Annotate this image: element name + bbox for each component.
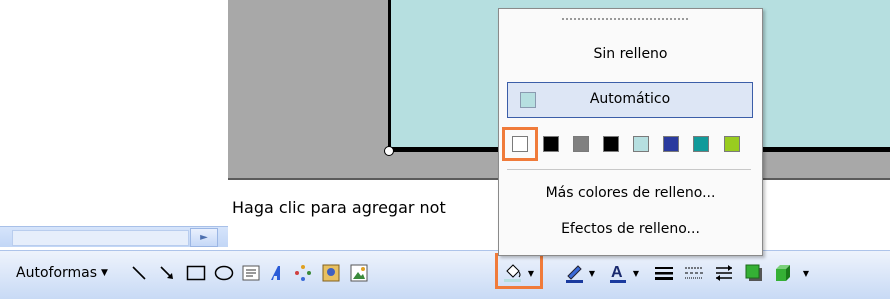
chevron-down-icon: ▼ [588, 268, 596, 278]
automatic-label: Automático [589, 91, 671, 107]
line-style-button[interactable] [652, 261, 676, 285]
menu-grip-handle[interactable] [561, 17, 689, 21]
more-fill-colors-item[interactable]: Más colores de relleno... [499, 185, 762, 201]
rectangle-tool-button[interactable] [184, 261, 208, 285]
toolbar-overflow-button[interactable]: ▼ [800, 261, 812, 285]
dropdown-arrow-icon: ▼ [101, 268, 108, 278]
fill-effects-item[interactable]: Efectos de relleno... [499, 221, 762, 237]
notes-placeholder[interactable]: Haga clic para agregar not [232, 198, 446, 217]
fill-button-highlight [495, 253, 543, 289]
3d-style-button[interactable] [772, 261, 796, 285]
picture-icon [350, 264, 368, 282]
textbox-tool-button[interactable] [240, 261, 262, 285]
textbox-icon [242, 265, 260, 281]
line-color-dropdown[interactable]: ▼ [586, 261, 598, 285]
left-pane [0, 0, 228, 250]
chevron-down-icon: ▼ [632, 268, 640, 278]
color-swatch[interactable] [693, 136, 709, 152]
menu-separator [507, 169, 751, 170]
selection-handle[interactable] [384, 146, 394, 156]
color-swatch[interactable] [663, 136, 679, 152]
rectangle-icon [186, 265, 206, 281]
line-color-button[interactable] [562, 261, 586, 285]
oval-tool-button[interactable] [212, 261, 236, 285]
svg-text:A: A [611, 264, 623, 281]
wordart-icon [271, 266, 280, 280]
color-swatch[interactable] [573, 136, 589, 152]
no-fill-item[interactable]: Sin relleno [499, 46, 762, 62]
automatic-fill-item[interactable]: Automático [507, 82, 753, 118]
diagram-button[interactable] [292, 261, 314, 285]
arrow-style-icon [716, 265, 732, 281]
clipart-button[interactable] [320, 261, 342, 285]
color-swatch[interactable] [633, 136, 649, 152]
diagram-icon [295, 265, 311, 281]
chevron-down-icon: ▼ [802, 268, 810, 278]
horizontal-scrollbar[interactable]: ► [0, 226, 228, 247]
autoshapes-label: Autoformas [16, 265, 98, 281]
dash-style-button[interactable] [682, 261, 706, 285]
shadow-icon [745, 264, 762, 281]
3d-box-icon [776, 265, 790, 281]
shadow-style-button[interactable] [742, 261, 766, 285]
insert-picture-button[interactable] [348, 261, 370, 285]
pen-icon [566, 265, 583, 283]
line-icon [132, 266, 146, 280]
fill-color-menu: Sin relleno Automático Más colores de re… [498, 8, 763, 256]
oval-icon [214, 265, 234, 281]
arrow-style-button[interactable] [712, 261, 736, 285]
swatch-highlight [502, 127, 538, 161]
color-swatch[interactable] [543, 136, 559, 152]
wordart-button[interactable] [266, 261, 288, 285]
line-style-icon [655, 267, 673, 280]
drawing-toolbar: Autoformas ▼ ▼ ▼ A ▼ ▼ [0, 250, 890, 299]
scroll-right-arrow-icon[interactable]: ► [190, 228, 218, 247]
font-color-icon: A [610, 264, 626, 283]
clipart-icon [322, 264, 340, 282]
scrollbar-track[interactable] [12, 230, 189, 246]
autoshapes-button[interactable]: Autoformas ▼ [4, 261, 120, 285]
arrow-tool-button[interactable] [156, 261, 178, 285]
color-swatch[interactable] [603, 136, 619, 152]
line-tool-button[interactable] [128, 261, 150, 285]
dash-style-icon [685, 267, 703, 279]
color-swatch[interactable] [724, 136, 740, 152]
font-color-button[interactable]: A [606, 261, 630, 285]
arrow-icon [160, 266, 173, 279]
font-color-dropdown[interactable]: ▼ [630, 261, 642, 285]
